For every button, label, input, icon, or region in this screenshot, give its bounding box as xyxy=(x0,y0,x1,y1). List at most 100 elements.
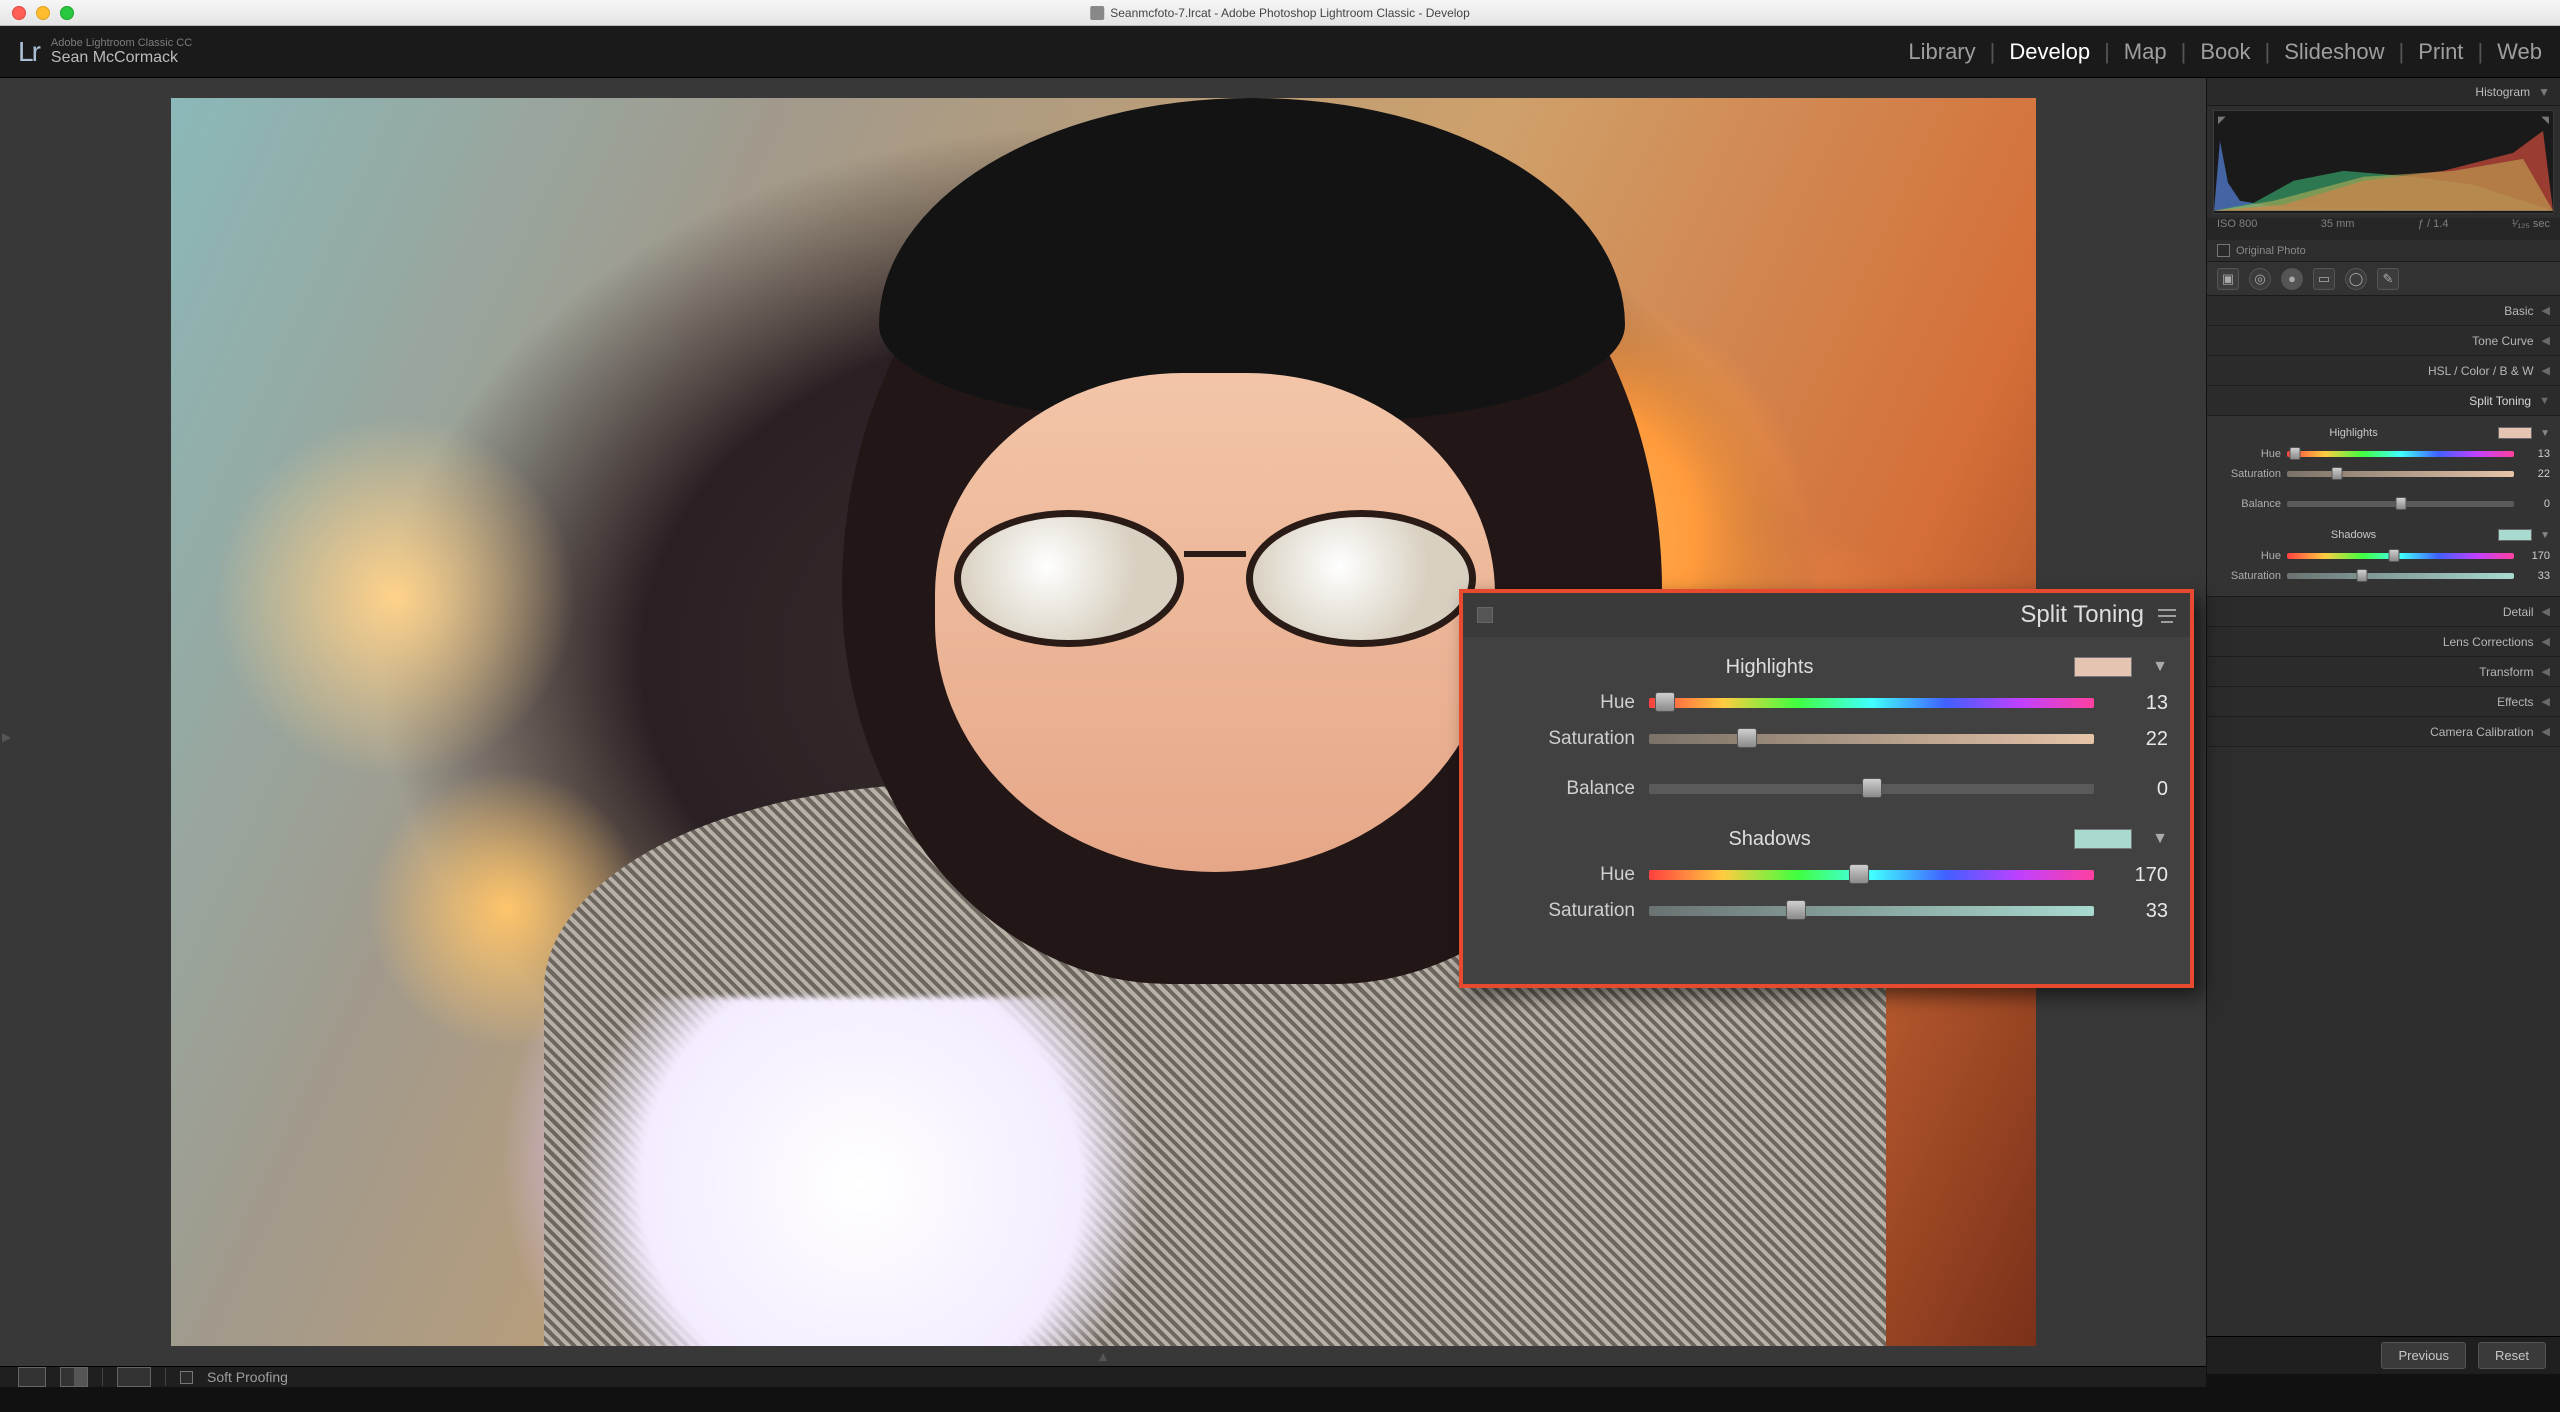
module-library[interactable]: Library xyxy=(1908,39,1975,65)
highlights-hue-value[interactable]: 13 xyxy=(2108,692,2168,715)
radial-filter-tool-icon[interactable]: ◯ xyxy=(2345,268,2367,290)
balance-slider[interactable] xyxy=(1649,784,2094,794)
window-title: Seanmcfoto-7.lrcat - Adobe Photoshop Lig… xyxy=(1110,6,1470,20)
balance-slider-mini[interactable] xyxy=(2287,501,2514,507)
shadows-saturation-slider[interactable] xyxy=(1649,906,2094,916)
module-slideshow[interactable]: Slideshow xyxy=(2284,39,2384,65)
slider-handle[interactable] xyxy=(1737,728,1757,748)
window-minimize-button[interactable] xyxy=(36,6,50,20)
slider-handle[interactable] xyxy=(2290,447,2301,460)
chevron-down-icon[interactable]: ▼ xyxy=(2152,658,2168,676)
original-photo-checkbox[interactable] xyxy=(2217,244,2230,257)
highlights-saturation-value-mini[interactable]: 22 xyxy=(2520,468,2550,480)
shadows-saturation-value[interactable]: 33 xyxy=(2108,900,2168,923)
window-close-button[interactable] xyxy=(12,6,26,20)
panel-effects[interactable]: Effects◀ xyxy=(2207,687,2560,717)
shadows-saturation-value-mini[interactable]: 33 xyxy=(2520,570,2550,582)
highlight-clipping-icon[interactable]: ◥ xyxy=(2541,115,2549,126)
adjustment-brush-tool-icon[interactable]: ✎ xyxy=(2377,268,2399,290)
module-web[interactable]: Web xyxy=(2497,39,2542,65)
panel-lens-corrections[interactable]: Lens Corrections◀ xyxy=(2207,627,2560,657)
module-print[interactable]: Print xyxy=(2418,39,2463,65)
shadows-hue-slider-mini[interactable] xyxy=(2287,553,2514,559)
module-develop[interactable]: Develop xyxy=(2009,39,2090,65)
meta-iso: ISO 800 xyxy=(2217,218,2257,240)
shadows-hue-slider[interactable] xyxy=(1649,870,2094,880)
highlights-hue-slider[interactable] xyxy=(1649,698,2094,708)
highlights-saturation-slider-mini[interactable] xyxy=(2287,471,2514,477)
redeye-tool-icon[interactable]: ● xyxy=(2281,268,2303,290)
panel-tone-curve[interactable]: Tone Curve◀ xyxy=(2207,326,2560,356)
histogram-header[interactable]: Histogram▼ xyxy=(2207,78,2560,106)
previous-button[interactable]: Previous xyxy=(2381,1342,2466,1369)
shadows-swatch-mini[interactable] xyxy=(2498,529,2532,541)
panel-transform[interactable]: Transform◀ xyxy=(2207,657,2560,687)
slider-handle[interactable] xyxy=(1849,864,1869,884)
shadows-hue-value[interactable]: 170 xyxy=(2108,864,2168,887)
spot-removal-tool-icon[interactable]: ◎ xyxy=(2249,268,2271,290)
photo-canvas[interactable]: ▶ ▲ Split Toning xyxy=(0,78,2206,1366)
before-after-view-button[interactable] xyxy=(60,1367,88,1387)
meta-focal: 35 mm xyxy=(2321,218,2355,240)
shadows-heading: Shadows xyxy=(1485,828,2054,851)
hue-label: Hue xyxy=(1485,692,1635,714)
local-adjust-toolstrip: ▣ ◎ ● ▭ ◯ ✎ xyxy=(2207,262,2560,296)
saturation-label-mini: Saturation xyxy=(2217,570,2281,582)
panel-menu-icon[interactable] xyxy=(2158,607,2176,623)
module-picker: Library| Develop| Map| Book| Slideshow| … xyxy=(1908,39,2542,65)
slider-handle[interactable] xyxy=(2331,467,2342,480)
before-after-swap-button[interactable] xyxy=(117,1367,151,1387)
panel-hsl[interactable]: HSL / Color / B & W◀ xyxy=(2207,356,2560,386)
module-book[interactable]: Book xyxy=(2200,39,2250,65)
histogram[interactable]: ◤ ◥ xyxy=(2213,110,2554,214)
balance-value-mini[interactable]: 0 xyxy=(2520,498,2550,510)
slider-handle[interactable] xyxy=(2389,549,2400,562)
highlights-saturation-value[interactable]: 22 xyxy=(2108,728,2168,751)
module-map[interactable]: Map xyxy=(2124,39,2167,65)
soft-proofing-label: Soft Proofing xyxy=(207,1369,288,1385)
window-zoom-button[interactable] xyxy=(60,6,74,20)
app-identity-bar: Lr Adobe Lightroom Classic CC Sean McCor… xyxy=(0,26,2560,78)
shadows-color-swatch[interactable] xyxy=(2074,829,2132,849)
highlights-heading: Highlights xyxy=(1485,656,2054,679)
highlights-saturation-slider[interactable] xyxy=(1649,734,2094,744)
left-panel-expand-grip[interactable]: ▶ xyxy=(2,722,10,752)
highlights-hue-value-mini[interactable]: 13 xyxy=(2520,448,2550,460)
slider-handle[interactable] xyxy=(1786,900,1806,920)
highlights-swatch-mini[interactable] xyxy=(2498,427,2532,439)
shadows-saturation-slider-mini[interactable] xyxy=(2287,573,2514,579)
brand: Lr Adobe Lightroom Classic CC Sean McCor… xyxy=(18,36,192,68)
balance-label-mini: Balance xyxy=(2217,498,2281,510)
graduated-filter-tool-icon[interactable]: ▭ xyxy=(2313,268,2335,290)
highlights-heading-mini: Highlights xyxy=(2217,427,2490,439)
soft-proofing-checkbox[interactable] xyxy=(180,1371,193,1384)
panel-toggle-switch[interactable] xyxy=(1477,607,1493,623)
panel-camera-calibration[interactable]: Camera Calibration◀ xyxy=(2207,717,2560,747)
slider-handle[interactable] xyxy=(2395,497,2406,510)
panel-detail[interactable]: Detail◀ xyxy=(2207,597,2560,627)
reset-button[interactable]: Reset xyxy=(2478,1342,2546,1369)
panel-split-toning[interactable]: Split Toning▼ xyxy=(2207,386,2560,416)
slider-handle[interactable] xyxy=(1655,692,1675,712)
shadows-hue-value-mini[interactable]: 170 xyxy=(2520,550,2550,562)
chevron-down-icon[interactable]: ▼ xyxy=(2540,428,2550,439)
hue-label-mini: Hue xyxy=(2217,550,2281,562)
saturation-label: Saturation xyxy=(1485,900,1635,922)
slider-handle[interactable] xyxy=(1862,778,1882,798)
chevron-down-icon[interactable]: ▼ xyxy=(2540,530,2550,541)
chevron-down-icon[interactable]: ▼ xyxy=(2152,830,2168,848)
product-name: Adobe Lightroom Classic CC xyxy=(51,37,192,49)
meta-shutter: ¹⁄₁₂₅ sec xyxy=(2512,218,2550,240)
develop-right-panels: Histogram▼ ◤ ◥ ISO 800 35 mm ƒ / 1.4 ¹⁄₁… xyxy=(2206,78,2560,1374)
shadow-clipping-icon[interactable]: ◤ xyxy=(2218,115,2226,126)
original-photo-label: Original Photo xyxy=(2236,245,2306,257)
highlights-hue-slider-mini[interactable] xyxy=(2287,451,2514,457)
loupe-view-button[interactable] xyxy=(18,1367,46,1387)
slider-handle[interactable] xyxy=(2356,569,2367,582)
panel-basic[interactable]: Basic◀ xyxy=(2207,296,2560,326)
crop-tool-icon[interactable]: ▣ xyxy=(2217,268,2239,290)
highlights-color-swatch[interactable] xyxy=(2074,657,2132,677)
filmstrip-expand-grip[interactable]: ▲ xyxy=(1096,1348,1110,1364)
balance-value[interactable]: 0 xyxy=(2108,778,2168,801)
hue-label-mini: Hue xyxy=(2217,448,2281,460)
